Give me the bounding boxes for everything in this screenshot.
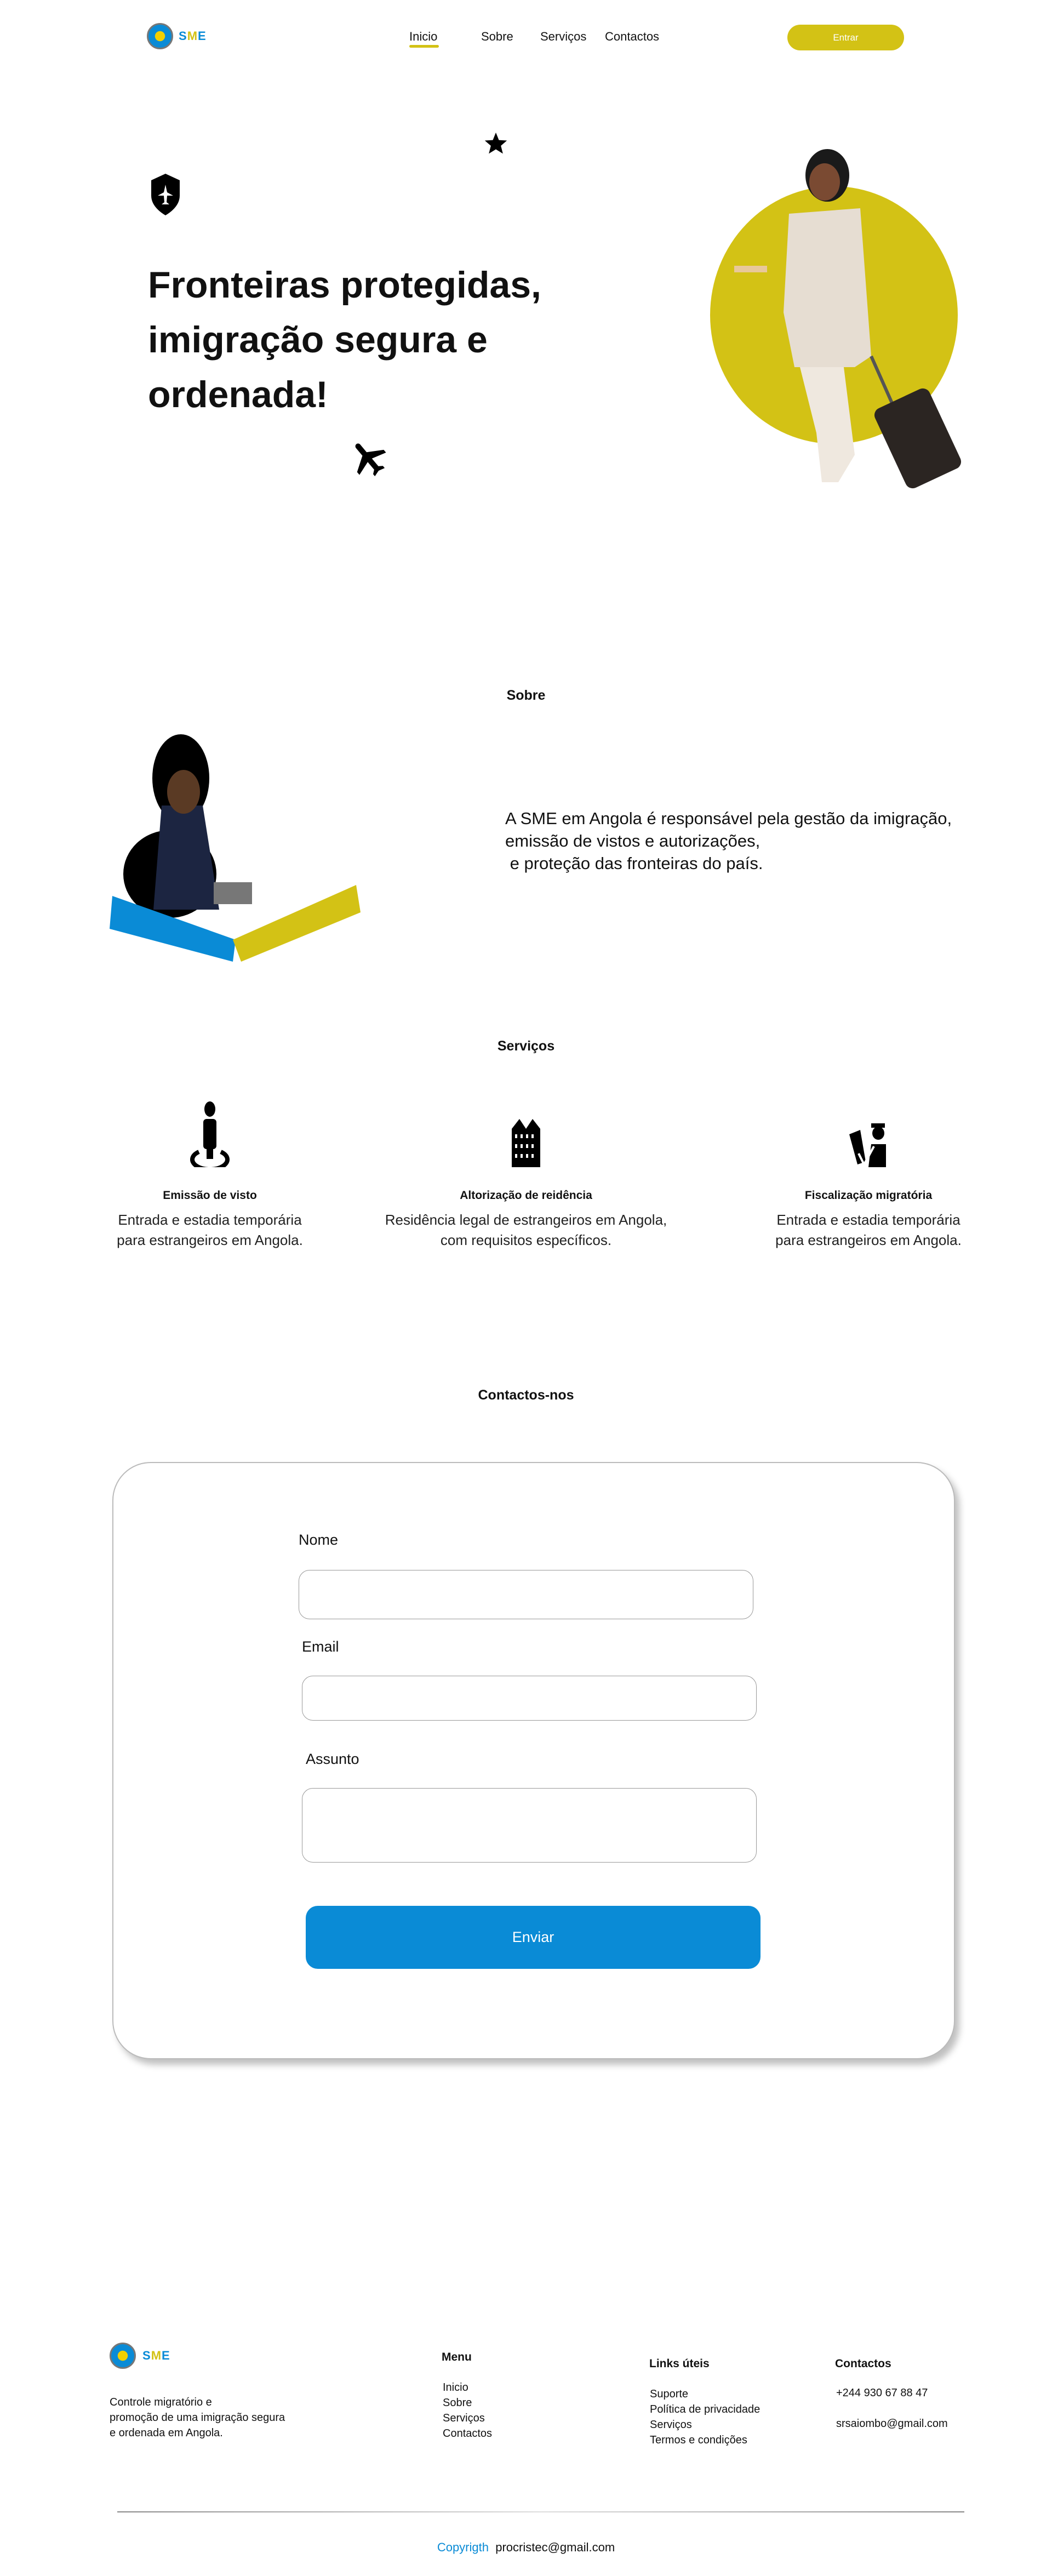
service-card: Altorização de reidência Residência lega… [378,1101,674,1250]
nav-inicio[interactable]: Inicio [409,30,437,44]
traveler-image [734,149,962,489]
service-card: Fiscalização migratória Entrada e estadi… [721,1101,1016,1250]
airplane-icon [355,443,386,477]
service-desc: para estrangeiros em Angola. [117,1232,303,1248]
about-line: e proteção das fronteiras do país. [505,854,763,873]
contact-form-card [112,1462,955,2059]
header-logo[interactable]: SME [147,23,207,49]
star-icon [484,132,507,154]
service-desc: Entrada e estadia temporária [776,1212,960,1228]
subject-textarea[interactable] [302,1788,757,1863]
officer-icon [849,1123,886,1167]
description-line: promoção de uma imigração segura [110,2412,285,2424]
submit-button[interactable]: Enviar [306,1906,761,1969]
person-location-icon [190,1101,230,1167]
description-line: e ordenada em Angola. [110,2427,223,2439]
footer-link[interactable]: Serviços [650,2417,760,2432]
footer-links: Suporte Política de privacidade Serviços… [650,2386,760,2448]
email-input[interactable] [302,1676,757,1721]
shield-plane-icon [151,174,180,215]
footer-divider [117,2511,964,2512]
footer-menu-heading: Menu [442,2351,472,2363]
footer-logo[interactable]: SME [110,2343,170,2369]
footer-link[interactable]: Serviços [443,2411,492,2426]
footer-email[interactable]: srsaiombo@gmail.com [836,2418,948,2430]
service-desc: com requisitos específicos. [440,1232,612,1248]
footer-link[interactable]: Política de privacidade [650,2402,760,2417]
logo-emblem [110,2343,136,2369]
footer-links-heading: Links úteis [649,2357,710,2370]
services-heading: Serviços [497,1038,555,1054]
nav-servicos[interactable]: Serviços [540,30,586,44]
footer-menu: Inicio Sobre Serviços Contactos [443,2380,492,2441]
contact-heading: Contactos-nos [478,1387,574,1403]
service-desc: para estrangeiros em Angola. [775,1232,962,1248]
logo-emblem [147,23,173,49]
copyright-label: Copyrigth [437,2540,489,2554]
subject-label: Assunto [306,1751,359,1767]
footer-description: Controle migratório e promoção de uma im… [110,2395,285,2441]
name-input[interactable] [299,1570,753,1619]
service-title: Altorização de reidência [460,1189,592,1202]
hero-title: Fronteiras protegidas, imigração segura … [148,264,541,415]
email-label: Email [302,1638,339,1655]
copyright: Copyrigth procristec@gmail.com [0,2540,1052,2555]
footer-contacts-heading: Contactos [835,2357,891,2370]
entrar-button[interactable]: Entrar [787,25,904,50]
name-label: Nome [299,1532,339,1548]
nav-active-indicator [409,45,439,48]
service-title: Emissão de visto [163,1189,257,1202]
about-line: A SME em Angola é responsável pela gestã… [505,809,952,828]
nav-sobre[interactable]: Sobre [481,30,513,44]
about-heading: Sobre [506,688,546,703]
about-line: emissão de vistos e autorizações, [505,831,761,850]
officer-image [110,734,361,962]
footer-link[interactable]: Suporte [650,2386,760,2402]
footer-phone: +244 930 67 88 47 [836,2387,928,2399]
logo-text: SME [142,2349,170,2362]
service-title: Fiscalização migratória [804,1189,933,1202]
copyright-email[interactable]: procristec@gmail.com [495,2540,615,2554]
service-desc: Entrada e estadia temporária [118,1212,302,1228]
about-text: A SME em Angola é responsável pela gestã… [505,807,952,875]
description-line: Controle migratório e [110,2396,212,2408]
service-desc: Residência legal de estrangeiros em Ango… [385,1212,667,1228]
footer-link[interactable]: Termos e condições [650,2432,760,2448]
logo-text: SME [179,29,207,43]
footer-link[interactable]: Sobre [443,2395,492,2411]
service-card: Emissão de visto Entrada e estadia tempo… [62,1101,358,1250]
footer-link[interactable]: Contactos [443,2426,492,2441]
footer-link[interactable]: Inicio [443,2380,492,2395]
building-icon [512,1119,540,1167]
nav-contactos[interactable]: Contactos [605,30,659,44]
